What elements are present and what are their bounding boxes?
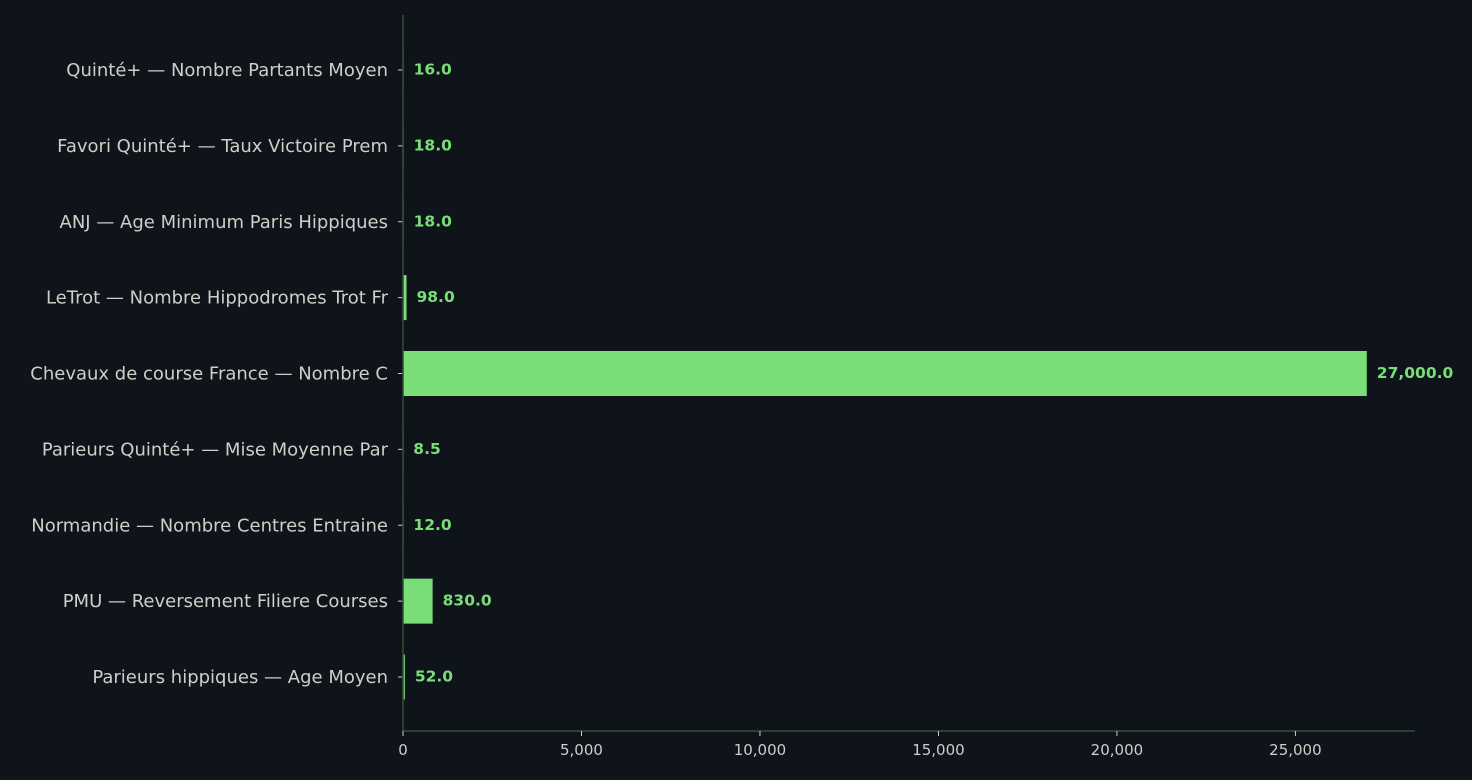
value-label: 8.5 [413,440,440,458]
category-label: ANJ — Age Minimum Paris Hippiques [60,212,388,233]
bar [403,351,1367,396]
value-label: 98.0 [416,288,454,306]
value-label: 18.0 [414,212,452,230]
category-label: Quinté+ — Nombre Partants Moyen [66,60,388,81]
value-label: 830.0 [443,592,492,610]
x-tick-label: 15,000 [912,741,965,759]
x-tick-label: 5,000 [560,741,603,759]
category-label: Chevaux de course France — Nombre C [30,364,388,385]
category-label: PMU — Reversement Filiere Courses [63,591,388,612]
x-tick-label: 10,000 [734,741,787,759]
bar-chart: Quinté+ — Nombre Partants Moyen Favori Qu… [0,0,1472,780]
category-label: Favori Quinté+ — Taux Victoire Prem [57,136,388,157]
category-label: LeTrot — Nombre Hippodromes Trot Fr [46,288,389,309]
bar [403,578,433,624]
value-label: 16.0 [414,61,452,79]
x-tick-label: 25,000 [1269,741,1322,759]
category-label: Parieurs hippiques — Age Moyen [92,667,388,688]
value-label: 18.0 [414,136,452,154]
x-tick-label: 20,000 [1091,741,1144,759]
category-label: Normandie — Nombre Centres Entraine [31,515,388,536]
category-labels: Quinté+ — Nombre Partants Moyen Favori Qu… [30,60,403,688]
value-label: 27,000.0 [1377,364,1454,382]
x-tick-label: 0 [398,741,408,759]
value-label: 12.0 [413,516,451,534]
value-label: 52.0 [415,668,453,686]
category-label: Parieurs Quinté+ — Mise Moyenne Par [42,439,389,460]
